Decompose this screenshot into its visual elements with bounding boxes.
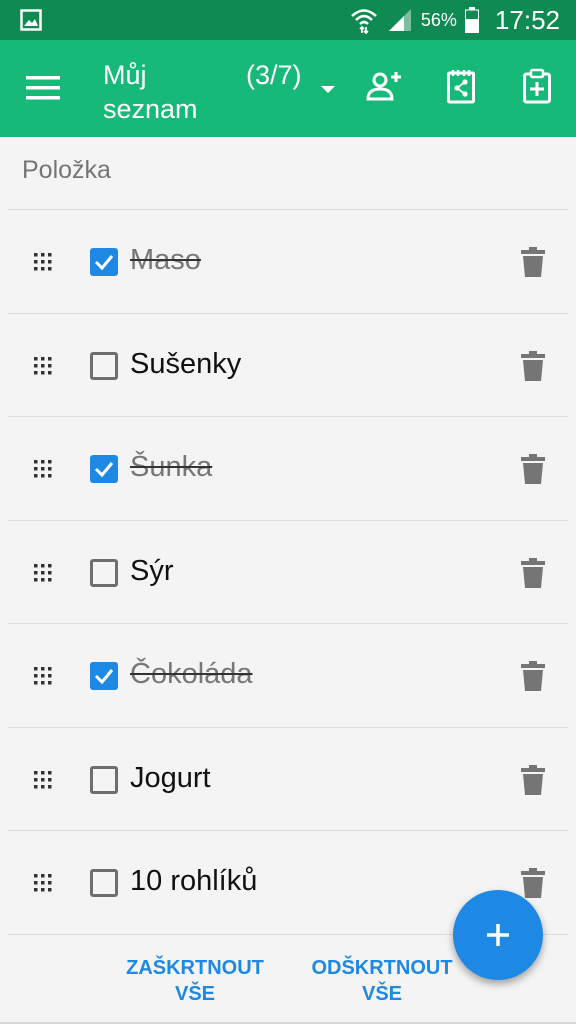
status-bar: 56% 17:52: [0, 0, 576, 40]
dropdown-arrow-icon[interactable]: [318, 82, 338, 96]
item-checkbox[interactable]: [90, 765, 118, 794]
drag-handle-icon[interactable]: [34, 770, 52, 789]
checkmark-icon: [94, 462, 114, 478]
list-item[interactable]: Jogurt: [0, 728, 576, 832]
clock: 17:52: [494, 4, 560, 35]
uncheck-all-label-line2: VŠE: [361, 983, 403, 1005]
item-checkbox[interactable]: [90, 662, 118, 690]
battery-icon: [464, 7, 479, 33]
delete-icon[interactable]: [521, 557, 545, 588]
app-bar: Můj seznam (3/7): [0, 40, 576, 137]
check-all-label-line1: ZAŠKRTNOUT: [126, 957, 264, 979]
checked-count[interactable]: (3/7): [246, 58, 302, 92]
share-list-icon: [447, 70, 475, 104]
add-clipboard-icon: [523, 68, 551, 104]
add-item-button[interactable]: [453, 890, 543, 980]
drag-handle-icon[interactable]: [34, 253, 52, 271]
delete-icon[interactable]: [521, 868, 545, 898]
add-person-button[interactable]: [362, 64, 406, 108]
list-item[interactable]: Sýr: [0, 521, 576, 625]
list-title[interactable]: Můj seznam: [103, 58, 233, 126]
delete-icon[interactable]: [521, 350, 545, 381]
item-label: Maso: [130, 244, 201, 276]
delete-icon[interactable]: [521, 764, 545, 795]
list-item[interactable]: Sušenky: [0, 314, 576, 418]
column-header: Položka: [22, 156, 111, 184]
shopping-list: Maso Sušenky Šunka Sýr Čokoláda Jogurt 1…: [0, 210, 576, 935]
delete-icon[interactable]: [521, 661, 545, 691]
share-list-button[interactable]: [439, 64, 483, 108]
item-label: Šunka: [130, 451, 213, 483]
drag-handle-icon[interactable]: [34, 874, 52, 892]
item-checkbox[interactable]: [90, 869, 118, 897]
delete-icon[interactable]: [521, 454, 545, 484]
add-list-button[interactable]: [515, 64, 559, 108]
delete-icon[interactable]: [521, 247, 545, 277]
gallery-notification-icon: [20, 9, 42, 31]
drag-handle-icon[interactable]: [34, 667, 52, 685]
plus-icon: [487, 924, 509, 946]
list-item[interactable]: Maso: [0, 210, 576, 314]
uncheck-all-button[interactable]: ODŠKRTNOUT VŠE: [305, 955, 459, 1007]
item-label: 10 rohlíků: [130, 865, 258, 897]
wifi-icon: [351, 9, 377, 34]
item-label: Sušenky: [130, 347, 242, 380]
list-item[interactable]: Čokoláda: [0, 624, 576, 728]
item-label: Jogurt: [130, 761, 211, 794]
check-all-button[interactable]: ZAŠKRTNOUT VŠE: [118, 955, 272, 1007]
list-item[interactable]: Šunka: [0, 417, 576, 521]
item-label: Sýr: [130, 554, 174, 587]
battery-percent: 56%: [420, 9, 457, 30]
item-checkbox[interactable]: [90, 351, 118, 380]
drag-handle-icon[interactable]: [34, 563, 52, 582]
uncheck-all-label-line1: ODŠKRTNOUT: [311, 957, 453, 979]
item-checkbox[interactable]: [90, 558, 118, 587]
add-person-icon: [366, 72, 401, 101]
item-checkbox[interactable]: [90, 248, 118, 276]
item-label: Čokoláda: [130, 658, 253, 690]
menu-icon[interactable]: [26, 73, 62, 103]
item-checkbox[interactable]: [90, 455, 118, 483]
drag-handle-icon[interactable]: [34, 460, 52, 478]
checkmark-icon: [94, 255, 114, 271]
checkmark-icon: [94, 669, 114, 685]
check-all-label-line2: VŠE: [174, 983, 216, 1005]
signal-icon: [388, 9, 411, 31]
drag-handle-icon[interactable]: [34, 356, 52, 375]
